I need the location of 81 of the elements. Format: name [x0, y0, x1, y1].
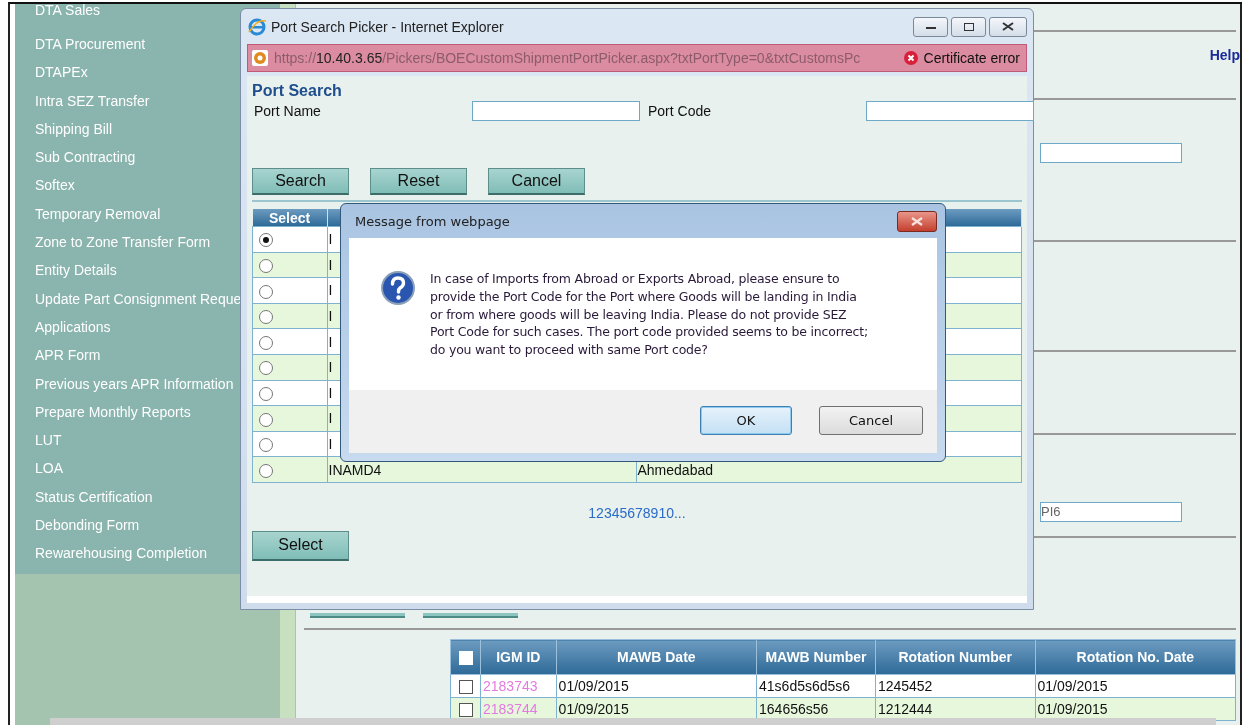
pager-link[interactable]: 12345678910...	[588, 504, 686, 521]
menu-item[interactable]: Prepare Monthly Reports	[35, 403, 191, 420]
menu-item[interactable]: DTA Procurement	[35, 36, 146, 52]
table-cell: 41s6d5s6d5s6	[759, 678, 851, 694]
column-header: Rotation Number	[898, 648, 1012, 665]
radio-button[interactable]	[259, 361, 273, 376]
column-header: IGM ID	[496, 648, 541, 665]
menu-item[interactable]: Debonding Form	[35, 517, 140, 534]
minimize-button[interactable]	[913, 16, 948, 37]
table-cell: 01/09/2015	[558, 678, 629, 694]
maximize-button[interactable]	[951, 16, 986, 37]
table-cell: 1245452	[877, 678, 933, 694]
radio-button[interactable]	[259, 438, 273, 453]
dialog-title: Message from webpage	[355, 213, 510, 229]
address-bar[interactable]: https://10.40.3.65/Pickers/BOECustomShipmentPortPicker.aspx?txtPortType=0&txtCustomsPc Certificate error	[247, 44, 1027, 72]
error-icon	[903, 51, 918, 65]
certificate-error-label[interactable]: Certificate error	[923, 50, 1020, 66]
horizontal-scrollbar[interactable]	[50, 718, 1216, 725]
radio-button[interactable]	[259, 233, 273, 248]
menu-item[interactable]: Update Part Consignment Reque	[35, 290, 242, 307]
browser-logo-icon	[247, 16, 267, 37]
menu-item[interactable]: Softex	[35, 177, 75, 194]
form-button[interactable]: Search	[252, 168, 349, 195]
column-header: MAWB Date	[617, 648, 696, 665]
menu-item[interactable]: Rewarehousing Completion	[35, 545, 207, 562]
site-icon	[252, 50, 268, 66]
menu-item[interactable]: Intra SEZ Transfer	[35, 92, 150, 109]
menu-item[interactable]: Applications	[35, 318, 111, 335]
field-label: Port Code	[648, 103, 713, 119]
menu-item[interactable]: Sub Contracting	[35, 149, 136, 166]
maximize-icon	[963, 22, 974, 31]
help-link[interactable]: Help	[1209, 47, 1240, 63]
section-heading: Port Search	[252, 82, 343, 100]
table-cell: 164656s56	[759, 701, 829, 717]
form-button[interactable]: Cancel	[488, 168, 585, 195]
radio-button[interactable]	[259, 387, 273, 401]
menu-item[interactable]: LUT	[35, 432, 62, 449]
column-header: Select	[252, 209, 327, 227]
menu-item[interactable]: Status Certification	[35, 488, 153, 505]
row-checkbox[interactable]	[458, 703, 473, 718]
close-icon	[1002, 22, 1014, 31]
menu-item[interactable]: Entity Details	[35, 262, 117, 279]
text-field[interactable]	[1040, 143, 1182, 163]
column-header: MAWB Number	[765, 648, 867, 665]
menu-item[interactable]: Shipping Bill	[35, 120, 113, 137]
url-text: https://10.40.3.65/Pickers/BOECustomShipmentPortPicker.aspx?txtPortType=0&txtCustomsPc	[274, 50, 862, 66]
close-button[interactable]	[897, 210, 937, 232]
radio-button[interactable]	[259, 335, 273, 350]
radio-button[interactable]	[259, 284, 273, 299]
radio-button[interactable]	[259, 259, 273, 274]
select-all-checkbox[interactable]	[458, 650, 473, 665]
table-cell: 01/09/2015	[1037, 678, 1108, 694]
form-button[interactable]	[423, 613, 518, 618]
menu-item[interactable]: Zone to Zone Transfer Form	[35, 234, 211, 251]
radio-button[interactable]	[259, 310, 273, 325]
dialog-button[interactable]: OK	[700, 406, 792, 435]
row-checkbox[interactable]	[458, 680, 473, 695]
menu-item[interactable]: DTAPEx	[35, 64, 88, 81]
table-cell: 01/09/2015	[558, 701, 629, 717]
menu-item[interactable]: DTA Sales	[35, 4, 101, 18]
menu-item[interactable]: LOA	[35, 460, 63, 477]
table-cell: 01/09/2015	[1037, 701, 1108, 717]
radio-button[interactable]	[259, 412, 273, 427]
close-button[interactable]	[989, 16, 1027, 37]
menu-item[interactable]: Previous years APR Information	[35, 375, 234, 392]
menu-item[interactable]: Temporary Removal	[35, 205, 161, 222]
question-icon	[380, 270, 416, 306]
input-field[interactable]	[866, 101, 1034, 121]
window-title: Port Search Picker - Internet Explorer	[271, 18, 504, 35]
field-label: Port Name	[254, 103, 322, 119]
table-cell: 1212444	[877, 701, 933, 717]
text-field[interactable]: PI6	[1040, 502, 1182, 522]
input-field[interactable]	[472, 101, 640, 121]
close-icon	[911, 216, 923, 226]
form-button[interactable]: Reset	[370, 168, 467, 195]
form-button[interactable]	[310, 613, 405, 618]
select-button[interactable]: Select	[252, 530, 349, 561]
menu-item[interactable]: APR Form	[35, 347, 101, 364]
dialog-button[interactable]: Cancel	[819, 406, 923, 435]
radio-button[interactable]	[259, 463, 273, 478]
column-header: Rotation No. Date	[1076, 648, 1194, 665]
